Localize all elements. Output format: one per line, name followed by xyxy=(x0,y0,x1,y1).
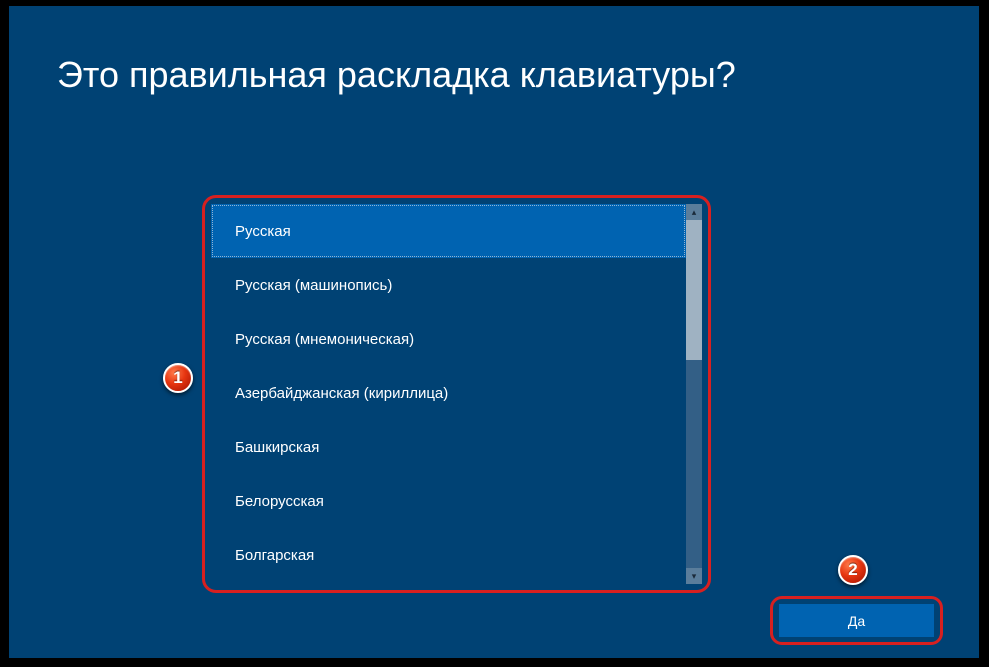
list-item-label: Болгарская xyxy=(235,547,314,564)
keyboard-layout-list-highlight: Русская Русская (машинопись) Русская (мн… xyxy=(202,195,711,593)
chevron-down-icon: ▾ xyxy=(692,571,697,582)
setup-screen: Это правильная раскладка клавиатуры? Рус… xyxy=(9,6,979,658)
annotation-badge-2: 2 xyxy=(838,555,868,585)
list-item-label: Русская xyxy=(235,223,291,240)
keyboard-layout-list[interactable]: Русская Русская (машинопись) Русская (мн… xyxy=(211,204,686,584)
list-item[interactable]: Болгарская xyxy=(211,528,686,582)
list-item-label: Белорусская xyxy=(235,493,324,510)
confirm-button-highlight: Да xyxy=(770,596,943,645)
scrollbar[interactable]: ▴ ▾ xyxy=(686,204,702,584)
list-item[interactable]: Русская xyxy=(211,204,686,258)
list-item-label: Башкирская xyxy=(235,439,319,456)
scroll-down-button[interactable]: ▾ xyxy=(686,568,702,584)
list-item[interactable]: Русская (машинопись) xyxy=(211,258,686,312)
annotation-badge-1: 1 xyxy=(163,363,193,393)
list-item-label: Азербайджанская (кириллица) xyxy=(235,385,448,402)
list-item-label: Русская (мнемоническая) xyxy=(235,331,414,348)
list-item[interactable]: Башкирская xyxy=(211,420,686,474)
scroll-thumb[interactable] xyxy=(686,220,702,360)
scroll-up-button[interactable]: ▴ xyxy=(686,204,702,220)
keyboard-layout-list-inner: Русская Русская (машинопись) Русская (мн… xyxy=(211,204,702,584)
list-item[interactable]: Русская (мнемоническая) xyxy=(211,312,686,366)
list-item[interactable]: Белорусская xyxy=(211,474,686,528)
page-title: Это правильная раскладка клавиатуры? xyxy=(57,54,736,96)
list-item-label: Русская (машинопись) xyxy=(235,277,392,294)
confirm-button[interactable]: Да xyxy=(779,604,934,637)
list-item[interactable]: Азербайджанская (кириллица) xyxy=(211,366,686,420)
chevron-up-icon: ▴ xyxy=(692,207,697,218)
